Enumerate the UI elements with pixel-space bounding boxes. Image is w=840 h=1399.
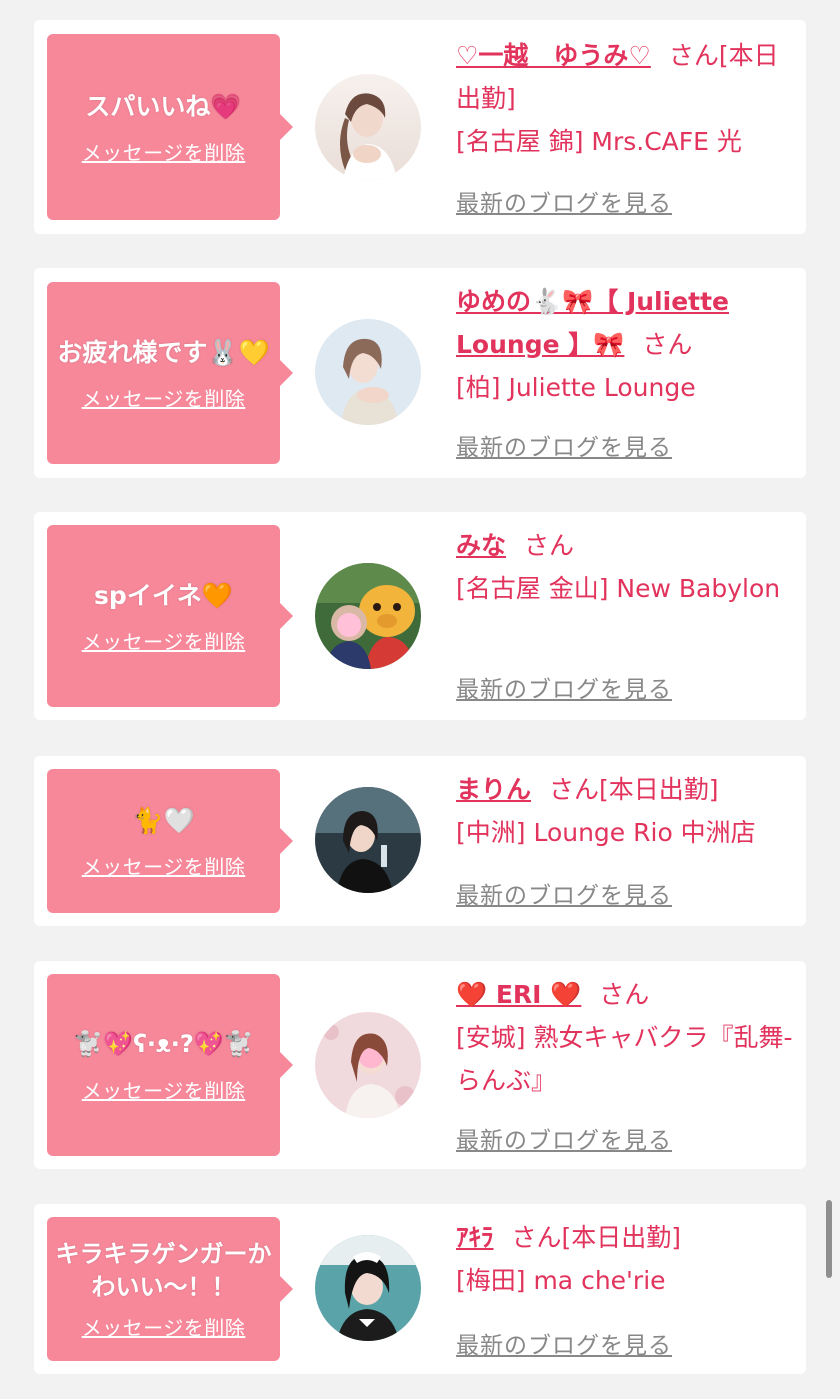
avatar[interactable] [315,787,421,893]
honorific: さん [549,775,600,804]
shop-info: [柏] Juliette Lounge [456,373,696,402]
avatar[interactable] [315,1235,421,1341]
avatar[interactable] [315,74,421,180]
shop-info: [名古屋 錦] Mrs.CAFE 光 [456,127,742,156]
blog-link[interactable]: 最新のブログを見る [456,876,672,910]
shop-info: [安城] 熟女キャバクラ『乱舞-らんぶ』 [456,1023,793,1095]
honorific: さん [599,980,650,1009]
delete-message-link[interactable]: メッセージを削除 [82,383,246,412]
cast-info: ❤️ ERI ❤️ さん [安城] 熟女キャバクラ『乱舞-らんぶ』 [456,973,796,1102]
message-bubble: お疲れ様です🐰💛 メッセージを削除 [47,282,293,464]
message-text: スパいいね💗 [85,92,242,121]
blog-link[interactable]: 最新のブログを見る [456,1326,672,1360]
message-text: お疲れ様です🐰💛 [57,338,270,367]
message-bubble: 🐈🤍 メッセージを削除 [47,769,293,913]
blog-link[interactable]: 最新のブログを見る [456,1121,672,1155]
message-card: スパいいね💗 メッセージを削除 ♡一越 ゆうみ♡ さん[本日出勤] [名古屋 錦]… [34,20,806,234]
shop-info: [梅田] ma che'rie [456,1266,666,1295]
message-list: スパいいね💗 メッセージを削除 ♡一越 ゆうみ♡ さん[本日出勤] [名古屋 錦]… [0,0,840,1399]
cast-name-link[interactable]: ❤️ ERI ❤️ [456,980,581,1009]
message-card: お疲れ様です🐰💛 メッセージを削除 ゆめの🐇🎀【 Juliette Lounge… [34,268,806,478]
cast-info: ゆめの🐇🎀【 Juliette Lounge 】🎀 さん [柏] Juliette… [456,280,796,409]
cast-info: まりん さん[本日出勤] [中洲] Lounge Rio 中洲店 [456,768,796,854]
message-card: キラキラゲンガーかわいい〜！！ メッセージを削除 ｱｷﾗ さん[本日出勤] [梅田… [34,1204,806,1374]
cast-name-link[interactable]: まりん [456,775,531,804]
message-bubble: スパいいね💗 メッセージを削除 [47,34,293,220]
delete-message-link[interactable]: メッセージを削除 [82,1075,246,1104]
honorific: さん [511,1223,562,1252]
shop-info: [中洲] Lounge Rio 中洲店 [456,818,756,847]
cast-info: ｱｷﾗ さん[本日出勤] [梅田] ma che'rie [456,1216,796,1302]
blog-link[interactable]: 最新のブログを見る [456,670,672,704]
message-text: 🐈🤍 [132,806,195,835]
attendance-status: [本日出勤] [599,775,719,804]
honorific: さん [642,330,693,359]
avatar[interactable] [315,319,421,425]
avatar[interactable] [315,563,421,669]
message-bubble: spイイネ🧡 メッセージを削除 [47,525,293,707]
delete-message-link[interactable]: メッセージを削除 [82,626,246,655]
cast-info: みな さん [名古屋 金山] New Babylon [456,524,796,610]
message-card: 🐩💖ʕ·ᴥ·?💖🐩 メッセージを削除 ❤️ ERI ❤️ さん [安城] 熟女キャ… [34,961,806,1169]
attendance-status: [本日出勤] [561,1223,682,1252]
shop-info: [名古屋 金山] New Babylon [456,574,781,603]
cast-name-link[interactable]: ♡一越 ゆうみ♡ [456,41,651,70]
message-text: キラキラゲンガーかわいい〜！！ [55,1239,272,1301]
honorific: さん [524,531,575,560]
scrollbar-thumb[interactable] [826,1200,832,1278]
avatar[interactable] [315,1012,421,1118]
honorific: さん [668,41,719,70]
delete-message-link[interactable]: メッセージを削除 [82,1312,246,1341]
cast-info: ♡一越 ゆうみ♡ さん[本日出勤] [名古屋 錦] Mrs.CAFE 光 [456,34,796,163]
cast-name-link[interactable]: ｱｷﾗ [456,1223,494,1252]
message-bubble: キラキラゲンガーかわいい〜！！ メッセージを削除 [47,1217,293,1361]
cast-name-link[interactable]: みな [456,531,506,560]
message-card: 🐈🤍 メッセージを削除 まりん さん[本日出勤] [中洲] Lounge Rio … [34,756,806,926]
message-bubble: 🐩💖ʕ·ᴥ·?💖🐩 メッセージを削除 [47,974,293,1156]
delete-message-link[interactable]: メッセージを削除 [82,851,246,880]
message-text: 🐩💖ʕ·ᴥ·?💖🐩 [73,1030,254,1058]
blog-link[interactable]: 最新のブログを見る [456,184,672,218]
blog-link[interactable]: 最新のブログを見る [456,428,672,462]
message-card: spイイネ🧡 メッセージを削除 みな さん [名古屋 金山] New Babylo… [34,512,806,720]
message-text: spイイネ🧡 [94,581,233,610]
delete-message-link[interactable]: メッセージを削除 [82,137,246,166]
